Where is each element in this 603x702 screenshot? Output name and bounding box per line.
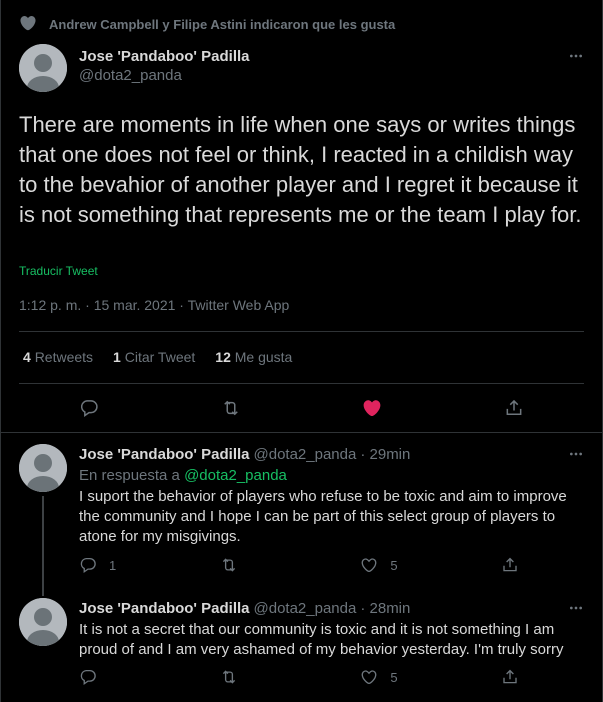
retweet-icon: [223, 400, 238, 416]
likes-stat[interactable]: 12 Me gusta: [215, 349, 292, 365]
share-icon: [506, 399, 522, 415]
quotes-stat[interactable]: 1 Citar Tweet: [113, 349, 195, 365]
author-name[interactable]: Jose 'Pandaboo' Padilla: [79, 446, 250, 463]
reply-header: Jose 'Pandaboo' Padilla @dota2_panda · 2…: [79, 446, 410, 463]
social-context-text: Andrew Campbell y Filipe Astini indicaro…: [49, 16, 396, 32]
reply-button[interactable]: [79, 668, 139, 686]
author-handle[interactable]: @dota2_panda: [254, 446, 357, 463]
thread-connector-line: [42, 496, 44, 596]
share-button[interactable]: [504, 396, 524, 420]
divider: [19, 331, 584, 332]
avatar[interactable]: [19, 444, 67, 492]
share-icon: [503, 669, 517, 684]
avatar[interactable]: [19, 598, 67, 646]
like-count: 5: [390, 557, 398, 573]
reply-button[interactable]: 1: [79, 556, 139, 574]
reply-header: Jose 'Pandaboo' Padilla @dota2_panda · 2…: [79, 600, 410, 617]
more-options-icon[interactable]: [566, 598, 586, 618]
author-handle[interactable]: @dota2_panda: [79, 67, 182, 84]
share-button[interactable]: [501, 556, 519, 574]
default-profile-icon: [19, 598, 67, 646]
reply-icon: [80, 400, 98, 417]
reply-button[interactable]: [79, 396, 99, 420]
author-name[interactable]: Jose 'Pandaboo' Padilla: [79, 600, 250, 617]
tweet-timestamp[interactable]: 1:12 p. m. · 15 mar. 2021 · Twitter Web …: [19, 297, 289, 313]
heart-icon: [19, 14, 37, 35]
retweets-stat[interactable]: 4 Retweets: [23, 349, 93, 365]
tweet-time[interactable]: · 29min: [360, 446, 410, 463]
like-button[interactable]: [362, 396, 382, 420]
reply-actions: 1 5: [79, 556, 519, 574]
tweet-text: There are moments in life when one says …: [19, 112, 582, 227]
divider: [19, 383, 584, 384]
tweet-time[interactable]: · 28min: [360, 600, 410, 617]
heart-outline-icon: [361, 558, 377, 573]
share-icon: [503, 557, 517, 572]
reply-to-handle[interactable]: @dota2_panda: [184, 467, 287, 484]
section-separator: [1, 432, 602, 433]
social-context: Andrew Campbell y Filipe Astini indicaro…: [19, 14, 395, 34]
retweet-icon: [222, 558, 235, 572]
reply-icon: [80, 557, 96, 574]
like-button[interactable]: 5: [360, 668, 420, 686]
heart-outline-icon: [361, 670, 377, 685]
retweet-button[interactable]: [221, 396, 241, 420]
tweet-thread: Andrew Campbell y Filipe Astini indicaro…: [0, 0, 603, 702]
reply-icon: [80, 669, 96, 686]
author-name[interactable]: Jose 'Pandaboo' Padilla: [79, 48, 250, 65]
reply-text: I suport the behavior of players who ref…: [79, 488, 567, 545]
main-tweet-actions: [79, 396, 524, 420]
retweet-button[interactable]: [220, 556, 280, 574]
reply-count: 1: [109, 557, 117, 573]
default-profile-icon: [19, 44, 67, 92]
avatar[interactable]: [19, 44, 67, 92]
tweet-stats: 4 Retweets 1 Citar Tweet 12 Me gusta: [23, 349, 292, 365]
more-options-icon[interactable]: [566, 46, 586, 66]
reply-to-label: En respuesta a @dota2_panda: [79, 467, 287, 484]
reply-text: It is not a secret that our community is…: [79, 621, 564, 658]
default-profile-icon: [19, 444, 67, 492]
translate-tweet-link[interactable]: Traducir Tweet: [19, 264, 98, 278]
retweet-icon: [222, 670, 235, 684]
reply-actions: 5: [79, 668, 519, 686]
retweet-button[interactable]: [220, 668, 280, 686]
like-button[interactable]: 5: [360, 556, 420, 574]
share-button[interactable]: [501, 668, 519, 686]
heart-filled-icon: [363, 400, 381, 417]
like-count: 5: [390, 669, 398, 685]
more-options-icon[interactable]: [566, 444, 586, 464]
author-handle[interactable]: @dota2_panda: [254, 600, 357, 617]
